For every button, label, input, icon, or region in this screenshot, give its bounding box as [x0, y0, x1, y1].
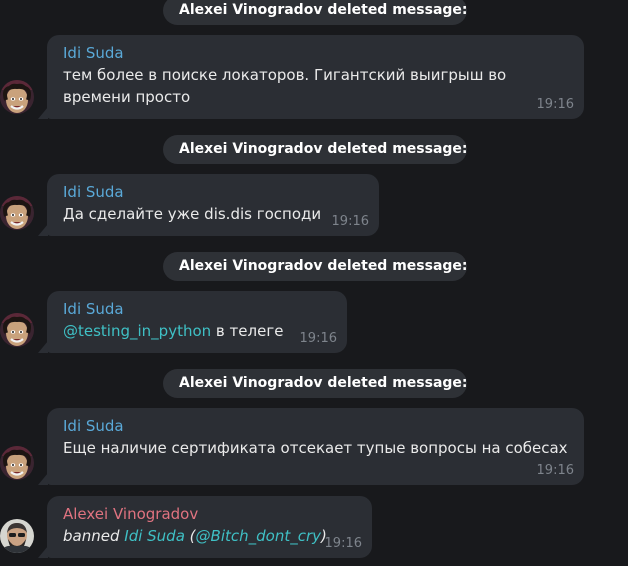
message-author[interactable]: Idi Suda: [63, 299, 335, 319]
ban-action-text: banned Idi Suda (@Bitch_dont_cry): [63, 525, 360, 547]
message-bubble[interactable]: Idi Suda Да сделайте уже dis.dis господи…: [47, 174, 379, 236]
banned-user-handle-link[interactable]: @Bitch_dont_cry: [196, 527, 321, 545]
ban-action-label: banned: [63, 527, 120, 545]
message-text-line: тем более в поиске локаторов. Гигантский…: [63, 66, 507, 84]
message-text: @testing_in_python в телеге: [63, 320, 335, 342]
message-author-admin[interactable]: Alexei Vinogradov: [63, 504, 360, 524]
service-message-text: Alexei Vinogradov deleted message:: [179, 2, 468, 18]
message-bubble[interactable]: Idi Suda Еще наличие сертификата отсекае…: [47, 408, 584, 485]
avatar-photo-icon: [0, 196, 34, 230]
service-message: Alexei Vinogradov deleted message:: [163, 135, 468, 164]
message-author[interactable]: Idi Suda: [63, 416, 572, 436]
message-time: 19:16: [331, 214, 369, 229]
service-message: Alexei Vinogradov deleted message:: [163, 0, 468, 25]
message-text: тем более в поиске локаторов. Гигантский…: [63, 64, 572, 108]
service-message: Alexei Vinogradov deleted message:: [163, 252, 468, 281]
avatar[interactable]: [0, 313, 34, 347]
message-time: 19:16: [324, 536, 362, 551]
message-time: 19:16: [299, 331, 337, 346]
message-time: 19:16: [536, 97, 574, 112]
message-bubble[interactable]: Alexei Vinogradov banned Idi Suda (@Bitc…: [47, 496, 372, 558]
avatar-photo-icon: [0, 446, 34, 480]
avatar-photo-icon: [0, 80, 34, 114]
message-text: Еще наличие сертификата отсекает тупые в…: [63, 439, 568, 457]
avatar[interactable]: [0, 446, 34, 480]
message-bubble[interactable]: Idi Suda @testing_in_python в телеге 19:…: [47, 291, 347, 353]
avatar[interactable]: [0, 80, 34, 114]
service-message-text: Alexei Vinogradov deleted message:: [179, 141, 468, 157]
service-message-text: Alexei Vinogradov deleted message:: [179, 258, 468, 274]
message-text-rest: в телеге: [211, 322, 284, 340]
avatar[interactable]: [0, 519, 34, 553]
message-text: Да сделайте уже dis.dis господи: [63, 205, 322, 223]
service-message-text: Alexei Vinogradov deleted message:: [179, 375, 468, 391]
avatar-photo-icon: [0, 313, 34, 347]
message-time: 19:16: [536, 463, 574, 478]
message-author[interactable]: Idi Suda: [63, 182, 367, 202]
message-text-line: времени просто: [63, 88, 191, 106]
service-message: Alexei Vinogradov deleted message:: [163, 369, 468, 398]
username-mention-link[interactable]: @testing_in_python: [63, 322, 211, 340]
avatar[interactable]: [0, 196, 34, 230]
message-bubble[interactable]: Idi Suda тем более в поиске локаторов. Г…: [47, 35, 584, 119]
avatar-photo-icon: [0, 519, 34, 553]
message-author[interactable]: Idi Suda: [63, 43, 572, 63]
banned-user-link[interactable]: Idi Suda: [124, 527, 185, 545]
